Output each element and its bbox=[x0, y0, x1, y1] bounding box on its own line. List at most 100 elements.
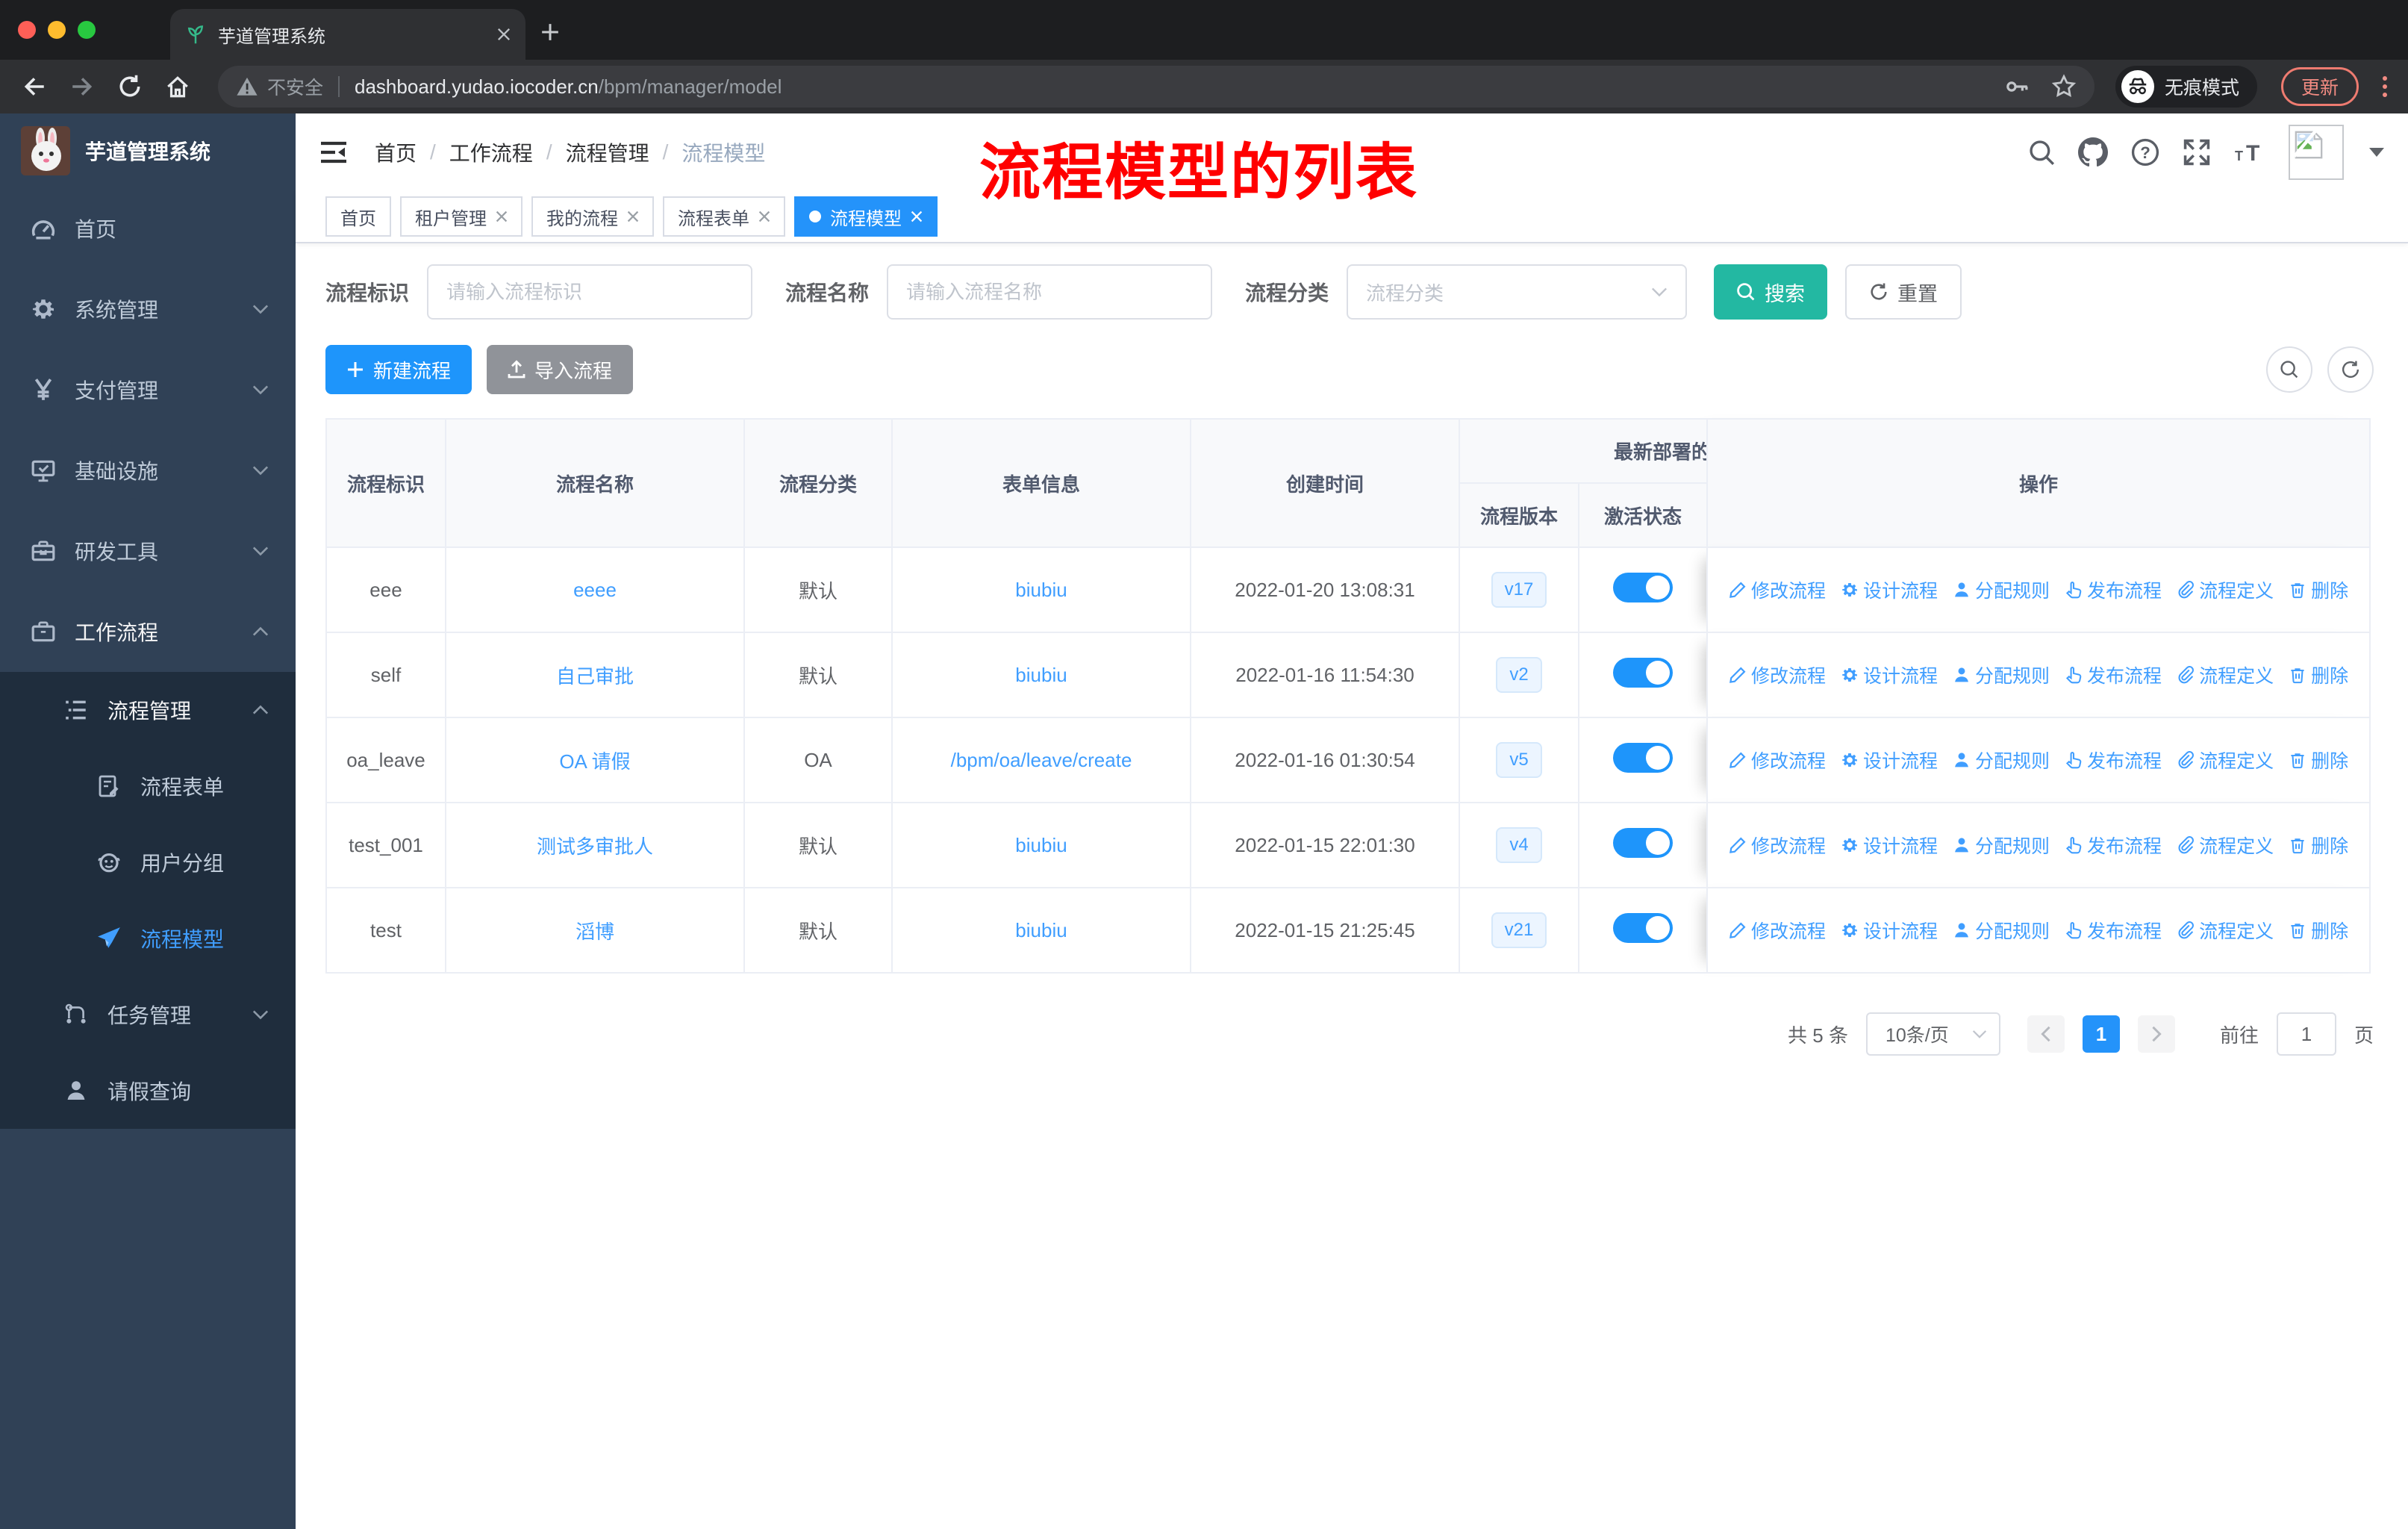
sidebar-item-task-management[interactable]: 任务管理 bbox=[0, 977, 296, 1053]
back-button[interactable] bbox=[15, 67, 54, 106]
action-edit-link[interactable]: 修改流程 bbox=[1729, 747, 1826, 773]
category-select[interactable]: 流程分类 bbox=[1347, 264, 1688, 320]
reset-button[interactable]: 重置 bbox=[1845, 264, 1962, 320]
active-toggle[interactable] bbox=[1613, 572, 1673, 602]
process-name-input[interactable] bbox=[887, 264, 1213, 320]
close-window-button[interactable] bbox=[18, 21, 36, 39]
action-assign-link[interactable]: 分配规则 bbox=[1953, 747, 2050, 773]
close-tab-icon[interactable] bbox=[497, 28, 511, 41]
tag-home[interactable]: 首页 bbox=[325, 196, 391, 237]
sidebar-item-process-form[interactable]: 流程表单 bbox=[0, 748, 296, 824]
action-definition-link[interactable]: 流程定义 bbox=[2177, 747, 2274, 773]
sidebar-collapse-icon[interactable] bbox=[319, 140, 348, 165]
action-delete-link[interactable]: 删除 bbox=[2289, 832, 2348, 859]
action-definition-link[interactable]: 流程定义 bbox=[2177, 661, 2274, 688]
app-logo[interactable]: 芋道管理系统 bbox=[0, 113, 296, 188]
import-process-button[interactable]: 导入流程 bbox=[487, 345, 634, 394]
action-delete-link[interactable]: 删除 bbox=[2289, 576, 2348, 603]
update-button[interactable]: 更新 bbox=[2280, 67, 2359, 106]
action-design-link[interactable]: 设计流程 bbox=[1841, 917, 1938, 944]
breadcrumb-item[interactable]: 流程管理 bbox=[566, 137, 649, 167]
action-design-link[interactable]: 设计流程 bbox=[1841, 747, 1938, 773]
action-delete-link[interactable]: 删除 bbox=[2289, 747, 2348, 773]
search-icon[interactable] bbox=[2027, 138, 2056, 166]
form-info-link[interactable]: biubiu bbox=[1015, 919, 1067, 941]
sidebar-item-payment[interactable]: 支付管理 bbox=[0, 349, 296, 430]
tag-tenant[interactable]: 租户管理 bbox=[400, 196, 523, 237]
key-icon[interactable] bbox=[2005, 74, 2030, 99]
avatar-dropdown-caret-icon[interactable] bbox=[2369, 148, 2384, 157]
fullscreen-icon[interactable] bbox=[2183, 138, 2211, 166]
close-tag-icon[interactable] bbox=[496, 211, 508, 222]
close-tag-icon[interactable] bbox=[758, 211, 770, 222]
sidebar-item-process-management[interactable]: 流程管理 bbox=[0, 672, 296, 748]
sidebar-item-infrastructure[interactable]: 基础设施 bbox=[0, 430, 296, 511]
active-toggle[interactable] bbox=[1613, 742, 1673, 773]
tag-process-form[interactable]: 流程表单 bbox=[663, 196, 785, 237]
show-search-button[interactable] bbox=[2266, 346, 2312, 393]
process-name-link[interactable]: 自己审批 bbox=[556, 665, 634, 688]
close-tag-icon[interactable] bbox=[911, 211, 923, 222]
breadcrumb-item[interactable]: 工作流程 bbox=[449, 137, 533, 167]
action-assign-link[interactable]: 分配规则 bbox=[1953, 832, 2050, 859]
action-design-link[interactable]: 设计流程 bbox=[1841, 661, 1938, 688]
browser-menu-icon[interactable] bbox=[2383, 76, 2387, 97]
process-name-link[interactable]: OA 请假 bbox=[559, 750, 630, 773]
active-toggle[interactable] bbox=[1613, 912, 1673, 943]
font-size-icon[interactable]: TT bbox=[2233, 139, 2266, 166]
reload-button[interactable] bbox=[110, 67, 149, 106]
breadcrumb-item[interactable]: 首页 bbox=[375, 137, 417, 167]
maximize-window-button[interactable] bbox=[78, 21, 96, 39]
github-icon[interactable] bbox=[2078, 137, 2108, 167]
sidebar-item-workflow[interactable]: 工作流程 bbox=[0, 591, 296, 672]
action-delete-link[interactable]: 删除 bbox=[2289, 917, 2348, 944]
sidebar-item-home[interactable]: 首页 bbox=[0, 188, 296, 269]
action-edit-link[interactable]: 修改流程 bbox=[1729, 661, 1826, 688]
next-page-button[interactable] bbox=[2137, 1015, 2175, 1053]
form-info-link[interactable]: biubiu bbox=[1015, 834, 1067, 856]
sidebar-item-dev-tools[interactable]: 研发工具 bbox=[0, 511, 296, 591]
process-name-link[interactable]: 测试多审批人 bbox=[537, 835, 653, 858]
sidebar-item-system[interactable]: 系统管理 bbox=[0, 269, 296, 349]
page-size-select[interactable]: 10条/页 bbox=[1865, 1012, 2000, 1056]
close-tag-icon[interactable] bbox=[627, 211, 639, 222]
page-number-current[interactable]: 1 bbox=[2082, 1015, 2120, 1053]
minimize-window-button[interactable] bbox=[48, 21, 66, 39]
sidebar-item-leave-query[interactable]: 请假查询 bbox=[0, 1053, 296, 1129]
form-info-link[interactable]: biubiu bbox=[1015, 579, 1067, 601]
action-definition-link[interactable]: 流程定义 bbox=[2177, 576, 2274, 603]
action-deploy-link[interactable]: 发布流程 bbox=[2065, 832, 2162, 859]
create-process-button[interactable]: 新建流程 bbox=[325, 345, 472, 394]
active-toggle[interactable] bbox=[1613, 657, 1673, 688]
action-edit-link[interactable]: 修改流程 bbox=[1729, 917, 1826, 944]
action-deploy-link[interactable]: 发布流程 bbox=[2065, 576, 2162, 603]
process-name-link[interactable]: eeee bbox=[573, 579, 617, 601]
action-definition-link[interactable]: 流程定义 bbox=[2177, 917, 2274, 944]
browser-tab[interactable]: 芋道管理系统 bbox=[170, 9, 525, 60]
forward-button[interactable] bbox=[63, 67, 102, 106]
process-id-input[interactable] bbox=[427, 264, 753, 320]
action-edit-link[interactable]: 修改流程 bbox=[1729, 576, 1826, 603]
action-edit-link[interactable]: 修改流程 bbox=[1729, 832, 1826, 859]
process-name-link[interactable]: 滔博 bbox=[576, 921, 614, 943]
action-delete-link[interactable]: 删除 bbox=[2289, 661, 2348, 688]
address-bar[interactable]: 不安全 dashboard.yudao.iocoder.cn/bpm/manag… bbox=[218, 66, 2094, 108]
help-icon[interactable]: ? bbox=[2130, 137, 2160, 167]
action-assign-link[interactable]: 分配规则 bbox=[1953, 576, 2050, 603]
home-button[interactable] bbox=[158, 67, 197, 106]
action-deploy-link[interactable]: 发布流程 bbox=[2065, 661, 2162, 688]
bookmark-star-icon[interactable] bbox=[2051, 74, 2077, 99]
prev-page-button[interactable] bbox=[2027, 1015, 2065, 1053]
action-deploy-link[interactable]: 发布流程 bbox=[2065, 747, 2162, 773]
action-assign-link[interactable]: 分配规则 bbox=[1953, 917, 2050, 944]
sidebar-item-user-group[interactable]: 用户分组 bbox=[0, 824, 296, 900]
search-button[interactable]: 搜索 bbox=[1714, 264, 1828, 320]
tag-process-model[interactable]: 流程模型 bbox=[794, 196, 938, 237]
refresh-table-button[interactable] bbox=[2327, 346, 2374, 393]
action-assign-link[interactable]: 分配规则 bbox=[1953, 661, 2050, 688]
sidebar-item-process-model[interactable]: 流程模型 bbox=[0, 900, 296, 977]
action-definition-link[interactable]: 流程定义 bbox=[2177, 832, 2274, 859]
new-tab-button[interactable] bbox=[540, 20, 560, 48]
action-design-link[interactable]: 设计流程 bbox=[1841, 832, 1938, 859]
tag-my-process[interactable]: 我的流程 bbox=[531, 196, 654, 237]
